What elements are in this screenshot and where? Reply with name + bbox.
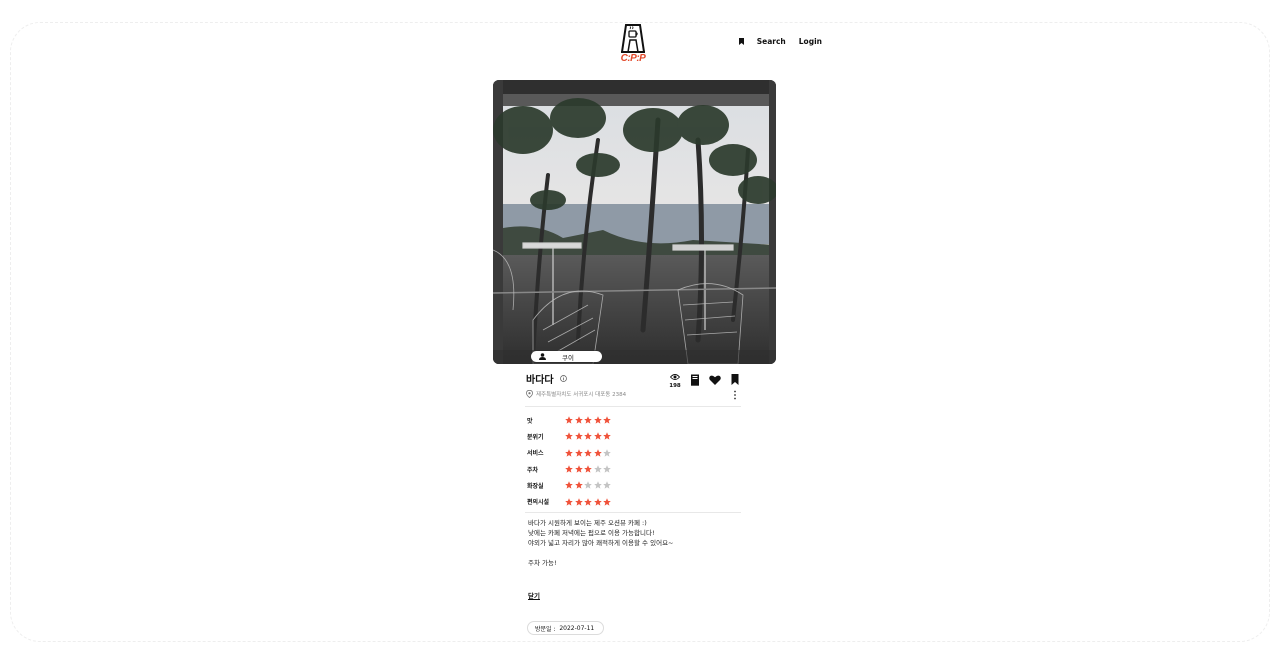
review-line: 낮에는 카페 저녁에는 펍으로 이용 가능합니다! — [528, 529, 655, 537]
star-icon — [565, 416, 573, 424]
address-row: 제주특별자치도 서귀포시 대포동 2384 — [526, 390, 626, 398]
visit-date: 2022-07-11 — [559, 624, 595, 632]
info-icon[interactable] — [559, 375, 567, 382]
star-icon — [574, 416, 583, 424]
divider-bottom — [525, 512, 741, 513]
pin-icon — [526, 390, 533, 398]
author-name: 쿠이 — [562, 353, 574, 362]
site-logo[interactable]: C:P:P — [617, 22, 649, 66]
rating-row: 화장실 — [527, 477, 611, 493]
star-icon — [574, 481, 583, 489]
view-count: 198 — [669, 383, 681, 389]
star-icon — [574, 432, 583, 441]
star-icon — [603, 416, 611, 424]
star-icon — [593, 432, 602, 441]
star-icon — [574, 465, 583, 473]
post-actions: 198 — [669, 373, 741, 389]
rating-list: 맛분위기서비스주차화장실편의시설 — [527, 412, 611, 510]
visit-label: 방문일 : — [535, 625, 556, 633]
star-icon — [565, 497, 573, 506]
rating-row: 맛 — [527, 412, 611, 428]
review-line: 바다가 시원하게 보이는 제주 오션뷰 카페 :) — [528, 519, 647, 527]
more-icon[interactable] — [733, 390, 737, 400]
heart-icon[interactable] — [709, 375, 721, 385]
cafe-title-row: 바다다 — [526, 371, 567, 386]
review-line: 야외가 넓고 자리가 많아 쾌적하게 이용할 수 있어요~ — [528, 539, 674, 547]
star-icon — [584, 416, 592, 424]
rating-stars — [565, 416, 611, 424]
rating-stars — [565, 481, 611, 489]
rating-row: 서비스 — [527, 445, 611, 461]
person-icon — [539, 353, 546, 360]
logo-icon — [621, 24, 645, 53]
star-icon — [574, 497, 583, 506]
star-icon — [593, 497, 602, 506]
logo-text: C:P:P — [620, 53, 646, 64]
star-icon — [565, 481, 573, 489]
star-icon — [584, 497, 592, 506]
login-link[interactable]: Login — [799, 37, 822, 46]
cafe-address: 제주특별자치도 서귀포시 대포동 2384 — [536, 392, 627, 398]
star-icon — [584, 481, 592, 489]
star-icon — [584, 449, 592, 457]
star-icon — [593, 465, 602, 473]
rating-stars — [565, 465, 611, 473]
menu-book-icon[interactable] — [690, 374, 700, 386]
star-icon — [593, 449, 602, 457]
cafe-name: 바다다 — [526, 375, 554, 386]
star-icon — [565, 432, 573, 441]
close-button[interactable]: 닫기 — [528, 590, 540, 600]
rating-row: 주차 — [527, 461, 611, 477]
cafe-photo — [493, 80, 776, 364]
rating-label: 분위기 — [527, 433, 544, 441]
rating-label: 맛 — [527, 417, 533, 425]
review-line — [528, 548, 728, 558]
star-icon — [593, 416, 602, 424]
bookmark-save-icon[interactable] — [731, 374, 739, 385]
review-text: 바다가 시원하게 보이는 제주 오션뷰 카페 :) 낮에는 카페 저녁에는 펍으로… — [528, 518, 728, 568]
divider-top — [525, 406, 741, 407]
star-icon — [584, 432, 592, 441]
star-icon — [574, 449, 583, 457]
eye-icon — [670, 374, 680, 380]
star-icon — [593, 481, 602, 489]
star-icon — [603, 481, 611, 489]
star-icon — [565, 449, 573, 457]
rating-row: 분위기 — [527, 428, 611, 444]
rating-label: 주차 — [527, 466, 539, 474]
star-icon — [603, 497, 611, 506]
rating-row: 편의시설 — [527, 493, 611, 509]
rating-label: 편의시설 — [527, 499, 550, 507]
visit-date-badge: 방문일 : 2022-07-11 — [527, 621, 605, 635]
star-icon — [603, 449, 611, 457]
top-nav: Search Login — [738, 37, 822, 46]
star-icon — [565, 465, 573, 473]
rating-label: 서비스 — [527, 450, 544, 458]
author-badge[interactable]: 쿠이 — [531, 351, 602, 362]
review-line: 주차 가능! — [528, 559, 557, 567]
rating-stars — [565, 449, 611, 457]
star-icon — [584, 465, 592, 473]
search-link[interactable]: Search — [757, 37, 786, 46]
star-icon — [603, 465, 611, 473]
bookmark-icon[interactable] — [738, 38, 744, 45]
site-header: C:P:P Search Login — [0, 0, 1280, 72]
rating-label: 화장실 — [527, 482, 544, 490]
rating-stars — [565, 432, 611, 441]
star-icon — [603, 432, 611, 441]
rating-stars — [565, 497, 611, 506]
